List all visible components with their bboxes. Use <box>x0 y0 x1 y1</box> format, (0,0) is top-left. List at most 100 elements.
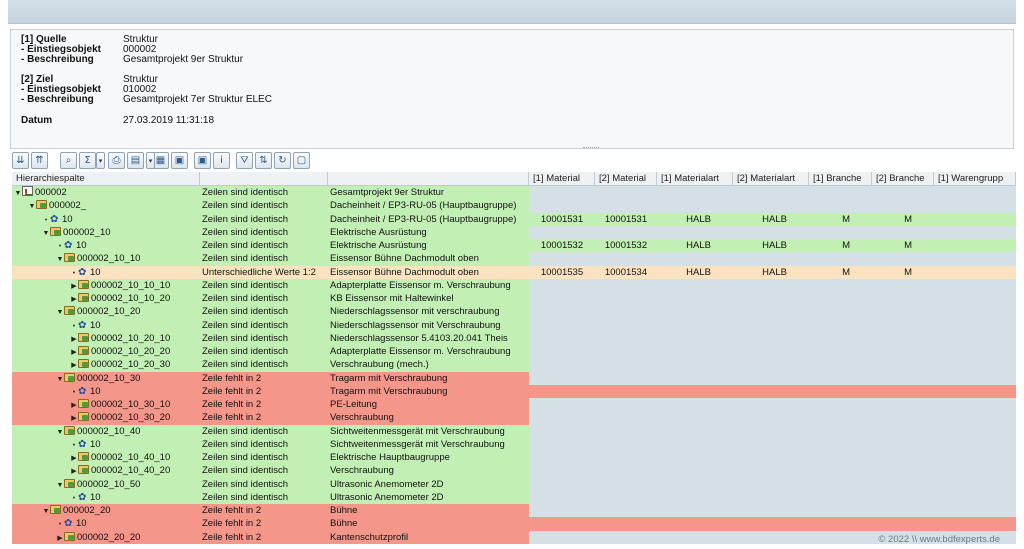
column-header[interactable]: [1] Materialart <box>657 172 733 186</box>
sort-button[interactable]: ⇅ <box>255 152 272 169</box>
table-row[interactable]: • ✿ 10 Zeile fehlt in 2 Bühne <box>12 517 1016 531</box>
tree-cell[interactable]: • ✿ 10 <box>12 384 200 398</box>
expand-node-icon[interactable]: ▶ <box>70 333 78 345</box>
tree-cell[interactable]: ▶ 000002_10_40_20 <box>12 464 200 478</box>
column-header[interactable] <box>200 172 328 186</box>
tree-cell[interactable]: ▶ 000002_10_10_10 <box>12 278 200 292</box>
tree-cell[interactable]: ▼ 000002 <box>12 186 200 200</box>
expand-all-button[interactable]: ⇊ <box>12 152 29 169</box>
table-row[interactable]: ▶ 000002_10_40_20 Zeilen sind identisch Ver… <box>12 464 1016 478</box>
tree-cell[interactable]: ▼ 000002_20 <box>12 504 200 518</box>
table-row[interactable]: ▼ 000002_10_40 Zeilen sind identisch Sichtw… <box>12 424 1016 438</box>
tree-cell[interactable]: ▼ 000002_10_20 <box>12 305 200 319</box>
column-header[interactable]: [2] Materialart <box>733 172 809 186</box>
collapse-node-icon[interactable]: ▼ <box>56 426 64 438</box>
print-button[interactable]: ⎙ <box>108 152 125 169</box>
layout-save-button[interactable]: ▣ <box>171 152 188 169</box>
table-row[interactable]: ▶ 000002_10_30_10 Zeile fehlt in 2 PE-Leitu… <box>12 398 1016 412</box>
expand-node-icon[interactable]: ▶ <box>70 412 78 424</box>
table-row[interactable]: ▼ 000002_10_20 Zeilen sind identisch Nieder… <box>12 305 1016 319</box>
table-row[interactable]: ▶ 000002_10_20_30 Zeilen sind identisch Ver… <box>12 358 1016 372</box>
table-row[interactable]: ▶ 000002_10_10_20 Zeilen sind identisch KB … <box>12 292 1016 306</box>
table-row[interactable]: ▶ 000002_10_20_20 Zeilen sind identisch Ada… <box>12 345 1016 359</box>
tree-cell[interactable]: • ✿ 10 <box>12 265 200 279</box>
value-cell <box>657 292 733 305</box>
table-row[interactable]: ▼ 000002_ Zeilen sind identisch Dacheinheit… <box>12 199 1016 213</box>
table-row[interactable]: • ✿ 10 Zeile fehlt in 2 Tragarm mit Verschra… <box>12 384 1016 398</box>
details-button[interactable]: ▢ <box>293 152 310 169</box>
collapse-node-icon[interactable]: ▼ <box>56 373 64 385</box>
expand-node-icon[interactable]: ▶ <box>70 359 78 371</box>
tree-cell[interactable]: ▼ 000002_10 <box>12 225 200 239</box>
table-row[interactable]: ▼ 000002 Zeilen sind identisch Gesamtprojek… <box>12 186 1016 200</box>
refresh-button[interactable]: ↻ <box>274 152 291 169</box>
tree-cell[interactable]: ▼ 000002_10_50 <box>12 477 200 491</box>
column-header[interactable]: [1] Warengrupp <box>934 172 1016 186</box>
table-row[interactable]: • ✿ 10 Zeilen sind identisch Dacheinheit / E… <box>12 212 1016 226</box>
expand-node-icon[interactable]: ▶ <box>70 452 78 464</box>
filter-button[interactable]: ⛛ <box>236 152 253 169</box>
table-row[interactable]: • ✿ 10 Zeilen sind identisch Elektrische Aus… <box>12 239 1016 253</box>
table-row[interactable]: ▶ 000002_10_30_20 Zeile fehlt in 2 Verschra… <box>12 411 1016 425</box>
tree-cell[interactable]: ▶ 000002_10_10_20 <box>12 292 200 306</box>
tree-cell[interactable]: • ✿ 10 <box>12 437 200 451</box>
tree-cell[interactable]: ▶ 000002_10_20_10 <box>12 331 200 345</box>
dropdown-arrow-button[interactable]: ▾ <box>96 152 105 169</box>
table-row[interactable]: ▶ 000002_10_20_10 Zeilen sind identisch Nie… <box>12 331 1016 345</box>
tree-cell[interactable]: ▶ 000002_20_20 <box>12 530 200 544</box>
column-header[interactable]: [1] Material <box>529 172 595 186</box>
expand-node-icon[interactable]: ▶ <box>70 280 78 292</box>
collapse-all-button[interactable]: ⇈ <box>31 152 48 169</box>
tree-cell[interactable]: ▶ 000002_10_20_30 <box>12 358 200 372</box>
tree-cell[interactable]: ▼ 000002_ <box>12 199 200 213</box>
table-row[interactable]: • ✿ 10 Zeilen sind identisch Ultrasonic Anem… <box>12 490 1016 504</box>
tree-cell[interactable]: • ✿ 10 <box>12 318 200 332</box>
collapse-node-icon[interactable]: ▼ <box>42 227 50 239</box>
table-row[interactable]: ▶ 000002_10_40_10 Zeilen sind identisch Ele… <box>12 451 1016 465</box>
tree-cell[interactable]: ▶ 000002_10_20_20 <box>12 345 200 359</box>
collapse-node-icon[interactable]: ▼ <box>42 505 50 517</box>
collapse-node-icon[interactable]: ▼ <box>14 187 22 199</box>
table-row[interactable]: ▼ 000002_10_10 Zeilen sind identisch Eissen… <box>12 252 1016 266</box>
tree-cell[interactable]: ▶ 000002_10_40_10 <box>12 451 200 465</box>
column-header[interactable]: [2] Material <box>595 172 657 186</box>
collapse-node-icon[interactable]: ▼ <box>56 253 64 265</box>
tree-cell[interactable]: ▼ 000002_10_30 <box>12 371 200 385</box>
expand-node-icon[interactable]: ▶ <box>70 346 78 358</box>
table-row[interactable]: ▼ 000002_20 Zeile fehlt in 2 Bühne <box>12 504 1016 518</box>
column-header[interactable]: Hierarchiespalte <box>12 172 200 186</box>
table-row[interactable]: • ✿ 10 Zeilen sind identisch Niederschlagsse… <box>12 318 1016 332</box>
info-button[interactable]: i <box>213 152 230 169</box>
tree-cell[interactable]: • ✿ 10 <box>12 212 200 226</box>
expand-node-icon[interactable]: ▶ <box>70 465 78 477</box>
table-row[interactable]: • ✿ 10 Unterschiedliche Werte 1:2 Eissensor … <box>12 265 1016 279</box>
dropdown-arrow-button[interactable]: ▾ <box>146 152 155 169</box>
tree-cell[interactable]: • ✿ 10 <box>12 490 200 504</box>
table-row[interactable]: ▼ 000002_10 Zeilen sind identisch Elektrisc… <box>12 225 1016 239</box>
table-row[interactable]: ▼ 000002_10_30 Zeile fehlt in 2 Tragarm mit… <box>12 371 1016 385</box>
expand-node-icon[interactable]: ▶ <box>70 399 78 411</box>
export-button[interactable]: ▤ <box>127 152 144 169</box>
table-row[interactable]: • ✿ 10 Zeilen sind identisch Sichtweitenmess… <box>12 437 1016 451</box>
collapse-node-icon[interactable]: ▼ <box>56 479 64 491</box>
expand-node-icon[interactable]: ▶ <box>70 293 78 305</box>
collapse-node-icon[interactable]: ▼ <box>28 200 36 212</box>
layout-manage-button[interactable]: ▣ <box>194 152 211 169</box>
tree-cell[interactable]: ▶ 000002_10_30_10 <box>12 398 200 412</box>
table-row[interactable]: ▶ 000002_10_10_10 Zeilen sind identisch Ada… <box>12 278 1016 292</box>
find-button[interactable]: ⌕ <box>60 152 77 169</box>
expand-node-icon[interactable]: ▶ <box>56 532 64 544</box>
tree-cell[interactable]: ▶ 000002_10_30_20 <box>12 411 200 425</box>
tree-cell[interactable]: ▼ 000002_10_10 <box>12 252 200 266</box>
sum-button[interactable]: Σ <box>79 152 96 169</box>
resize-grip[interactable] <box>583 147 599 149</box>
column-header[interactable]: [1] Branche <box>809 172 872 186</box>
tree-cell[interactable]: • ✿ 10 <box>12 239 200 253</box>
collapse-node-icon[interactable]: ▼ <box>56 306 64 318</box>
column-header[interactable] <box>328 172 529 186</box>
table-row[interactable]: ▼ 000002_10_50 Zeilen sind identisch Ultras… <box>12 477 1016 491</box>
tree-cell[interactable]: • ✿ 10 <box>12 517 200 531</box>
tree-cell[interactable]: ▼ 000002_10_40 <box>12 424 200 438</box>
table-row[interactable]: ▶ 000002_20_20 Zeile fehlt in 2 Kantenschut… <box>12 530 1016 544</box>
column-header[interactable]: [2] Branche <box>872 172 934 186</box>
